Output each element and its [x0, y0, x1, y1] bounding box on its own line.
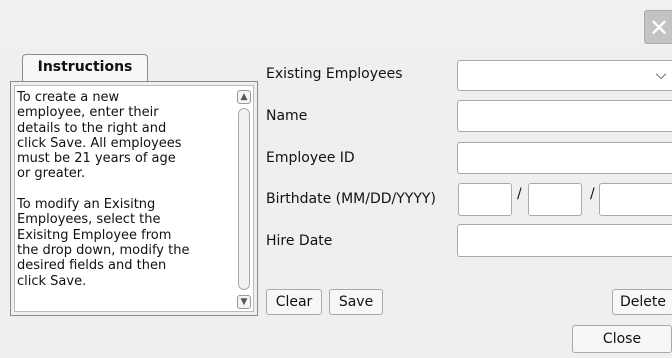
- clear-button[interactable]: Clear: [266, 289, 322, 315]
- save-button[interactable]: Save: [329, 289, 383, 315]
- birthdate-month-field[interactable]: [458, 183, 512, 216]
- scroll-down-icon[interactable]: ▼: [237, 295, 251, 309]
- name-field[interactable]: [457, 100, 672, 132]
- delete-button[interactable]: Delete: [612, 289, 672, 315]
- birthdate-separator: /: [590, 186, 595, 202]
- tab-instructions[interactable]: Instructions: [22, 54, 148, 82]
- birthdate-separator: /: [517, 186, 522, 202]
- name-label: Name: [266, 108, 308, 124]
- instructions-text: To create a new employee, enter their de…: [17, 90, 190, 289]
- title-bar: [0, 0, 672, 48]
- scrollbar-thumb[interactable]: [238, 108, 250, 290]
- birthdate-label: Birthdate (MM/DD/YYYY): [266, 191, 436, 207]
- instructions-textarea[interactable]: To create a new employee, enter their de…: [14, 85, 254, 312]
- close-button[interactable]: Close: [572, 325, 672, 353]
- close-icon[interactable]: ✕: [644, 10, 672, 44]
- hire-date-field[interactable]: [457, 224, 672, 257]
- existing-employees-label: Existing Employees: [266, 66, 403, 82]
- existing-employees-select[interactable]: [457, 60, 672, 91]
- hire-date-label: Hire Date: [266, 233, 333, 249]
- birthdate-day-field[interactable]: [528, 183, 582, 216]
- employee-id-label: Employee ID: [266, 150, 355, 166]
- chevron-down-icon[interactable]: ⌵: [650, 60, 672, 90]
- birthdate-year-field[interactable]: [599, 183, 672, 216]
- employee-id-field[interactable]: [457, 142, 672, 174]
- instructions-panel: To create a new employee, enter their de…: [10, 81, 258, 316]
- scroll-up-icon[interactable]: ▲: [237, 90, 251, 104]
